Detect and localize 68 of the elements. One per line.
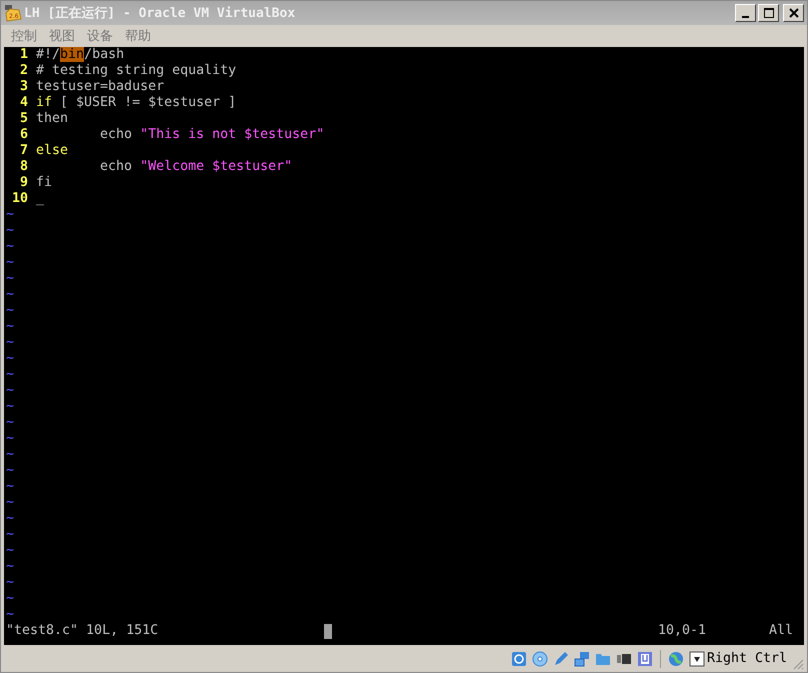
pen-icon[interactable]: [552, 650, 569, 666]
code-line: # testing string equality: [36, 63, 236, 79]
close-icon: [788, 8, 798, 18]
empty-line-marker: ~: [5, 607, 14, 623]
empty-line-marker: ~: [5, 479, 14, 495]
cursor-position: 10,0-1: [658, 623, 708, 639]
code-line: fi: [36, 175, 52, 191]
empty-line-marker: ~: [5, 287, 14, 303]
line-number: 1: [18, 47, 28, 63]
empty-line-marker: ~: [5, 255, 14, 271]
status-message: "test8.c" 10L, 151C: [5, 623, 160, 639]
empty-line-marker: ~: [5, 383, 14, 399]
cursor-block-icon: [324, 624, 332, 638]
line-number: 4: [18, 95, 28, 111]
minimize-icon: [742, 16, 749, 18]
code-line: echo "Welcome $testuser": [99, 159, 292, 175]
line-number: 5: [18, 111, 28, 127]
resize-grip-icon[interactable]: [792, 658, 804, 670]
line-number: 6: [18, 127, 28, 143]
empty-line-marker: ~: [5, 271, 14, 287]
maximize-icon: [764, 8, 774, 18]
empty-line-marker: ~: [5, 559, 14, 575]
code-line: if [ $USER != $testuser ]: [36, 95, 236, 111]
code-line: _: [36, 191, 44, 207]
empty-line-marker: ~: [5, 319, 14, 335]
line-number: 10: [10, 191, 28, 207]
menu-item[interactable]: 视图: [49, 27, 75, 45]
line-number: 7: [18, 143, 28, 159]
scroll-indicator: All: [769, 623, 794, 639]
chip-icon[interactable]: [636, 650, 653, 666]
empty-line-marker: ~: [5, 511, 14, 527]
empty-line-marker: ~: [5, 495, 14, 511]
maximize-button[interactable]: [758, 4, 779, 22]
menu-item[interactable]: 帮助: [125, 27, 151, 45]
line-number: 2: [18, 63, 28, 79]
close-button[interactable]: [783, 4, 804, 22]
line-number: 3: [18, 79, 28, 95]
code-line: else: [36, 143, 68, 159]
globe-icon[interactable]: [668, 650, 684, 666]
cd-icon[interactable]: [532, 650, 548, 666]
code-line: #!/bin/bash: [36, 47, 124, 63]
line-number: 9: [18, 175, 28, 191]
empty-line-marker: ~: [5, 207, 14, 223]
empty-line-marker: ~: [5, 399, 14, 415]
code-line: then: [36, 111, 68, 127]
code-line: testuser=baduser: [36, 79, 164, 95]
empty-line-marker: ~: [5, 239, 14, 255]
empty-line-marker: ~: [5, 335, 14, 351]
empty-line-marker: ~: [5, 431, 14, 447]
empty-line-marker: ~: [5, 463, 14, 479]
empty-line-marker: ~: [5, 575, 14, 591]
empty-line-marker: ~: [5, 591, 14, 607]
empty-line-marker: ~: [5, 447, 14, 463]
empty-line-marker: ~: [5, 415, 14, 431]
empty-line-marker: ~: [5, 303, 14, 319]
empty-line-marker: ~: [5, 223, 14, 239]
network-icon[interactable]: [574, 650, 590, 666]
empty-line-marker: ~: [5, 527, 14, 543]
menu-item[interactable]: 设备: [87, 27, 113, 45]
empty-line-marker: ~: [5, 351, 14, 367]
host-key-label: Right Ctrl: [706, 651, 787, 666]
code-line: echo "This is not $testuser": [99, 127, 324, 143]
empty-line-marker: ~: [5, 367, 14, 383]
window-title: LH [正在运行] - Oracle VM VirtualBox: [24, 5, 296, 22]
empty-line-marker: ~: [5, 543, 14, 559]
minimize-button[interactable]: [735, 4, 756, 22]
line-number: 8: [18, 159, 28, 175]
menu-item[interactable]: 控制: [11, 27, 37, 45]
